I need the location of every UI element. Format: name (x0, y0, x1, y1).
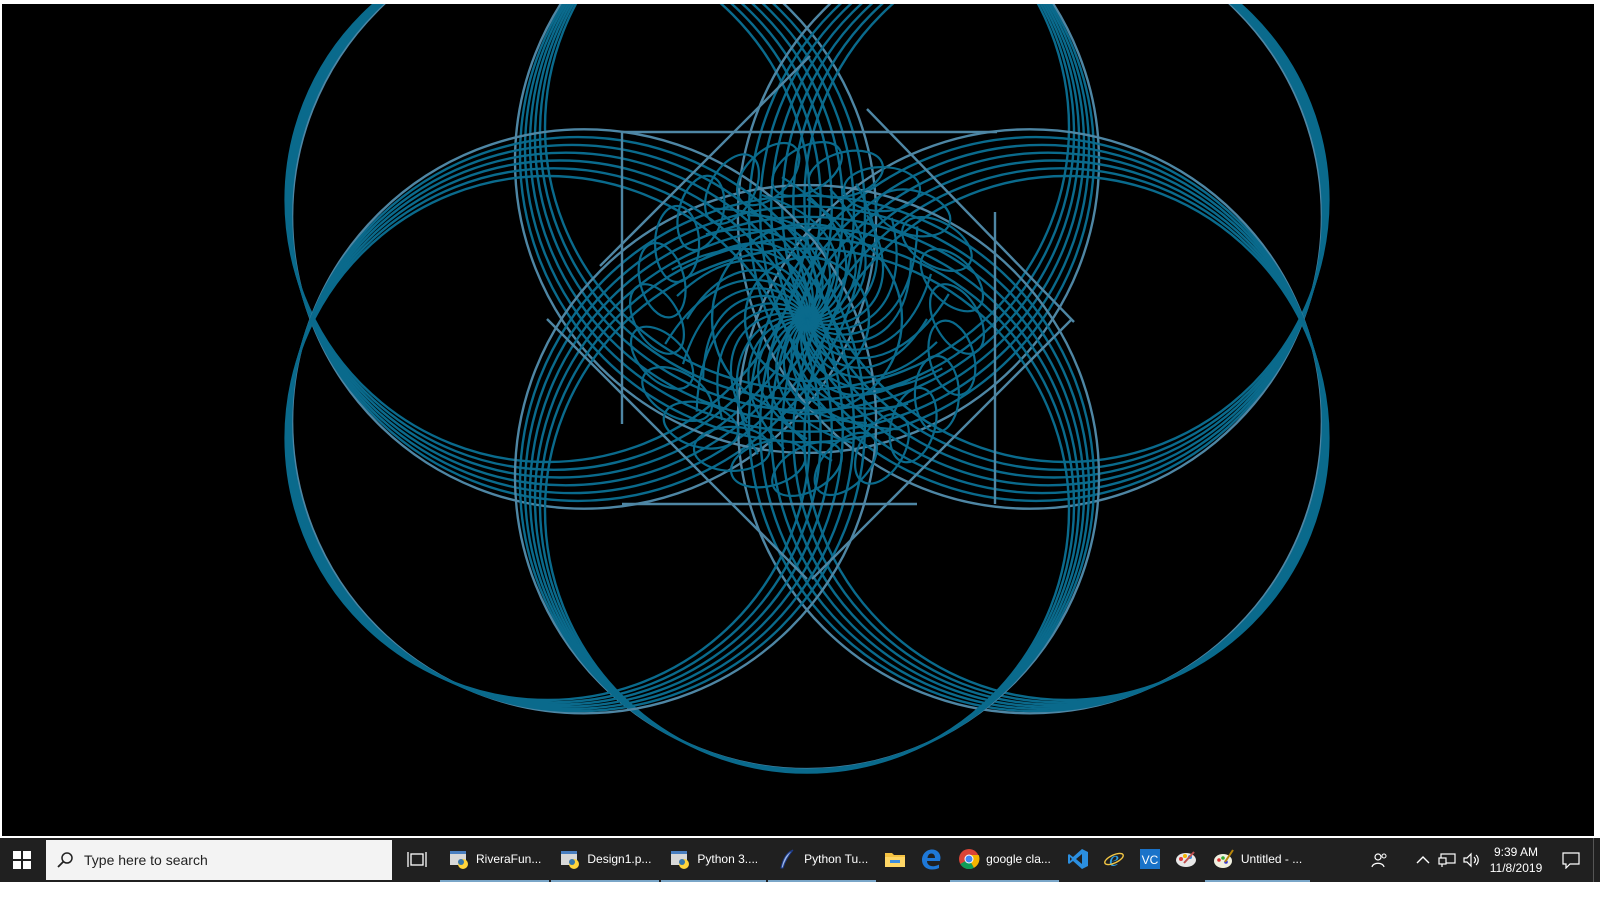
spirograph-drawing (284, 4, 1330, 774)
taskbar-file-explorer[interactable] (878, 838, 912, 882)
svg-text:e: e (1109, 848, 1119, 870)
start-button[interactable] (0, 838, 44, 882)
turtle-graphics-window (0, 0, 1600, 838)
svg-text:VC: VC (1142, 853, 1159, 867)
taskbar-app-riverafun[interactable]: RiveraFun... (440, 838, 550, 882)
clock-date: 11/8/2019 (1489, 861, 1543, 875)
internet-explorer-icon: e (1103, 848, 1125, 870)
spirograph-canvas (2, 4, 1594, 836)
volume-button[interactable] (1459, 838, 1483, 882)
python-idle-icon (669, 848, 691, 870)
taskbar-app-label: Untitled - ... (1240, 852, 1303, 866)
search-placeholder: Type here to search (84, 852, 208, 868)
python-idle-icon (448, 848, 470, 870)
taskbar-app-chrome[interactable]: google cla... (950, 838, 1059, 882)
search-icon (57, 852, 73, 868)
task-view-icon (407, 852, 427, 867)
clock[interactable]: 9:39 AM 11/8/2019 (1483, 844, 1549, 876)
chrome-icon (958, 848, 980, 870)
taskbar-app-label: RiveraFun... (476, 852, 542, 866)
system-tray: 9:39 AM 11/8/2019 (1363, 838, 1600, 882)
network-button[interactable] (1435, 838, 1459, 882)
taskbar-vc-app[interactable]: VC (1133, 838, 1167, 882)
taskbar-app-python-turtle[interactable]: Python Tu... (768, 838, 877, 882)
taskbar-app-label: google cla... (986, 852, 1051, 866)
taskbar-app-paint[interactable]: Untitled - ... (1204, 838, 1311, 882)
chevron-up-icon (1416, 856, 1430, 864)
network-icon (1438, 853, 1456, 867)
notification-icon (1562, 852, 1580, 869)
show-hidden-icons-button[interactable] (1411, 838, 1435, 882)
visual-studio-icon (1067, 848, 1089, 870)
paint-icon (1213, 848, 1235, 870)
paint-3d-icon (1175, 848, 1197, 870)
taskbar-app-label: Python Tu... (804, 852, 869, 866)
taskbar-app-design1[interactable]: Design1.p... (551, 838, 660, 882)
taskbar-internet-explorer[interactable]: e (1097, 838, 1131, 882)
python-idle-icon (559, 848, 581, 870)
people-button[interactable] (1363, 838, 1397, 882)
taskbar-app-label: Design1.p... (587, 852, 652, 866)
show-desktop-button[interactable] (1593, 838, 1600, 882)
vc-app-icon: VC (1139, 848, 1161, 870)
spiral-circle (528, 4, 1086, 423)
speaker-icon (1463, 852, 1479, 868)
windows-logo-icon (13, 851, 31, 869)
taskbar-paint-3d[interactable] (1169, 838, 1203, 882)
spirograph-group (284, 4, 1330, 774)
clock-time: 9:39 AM (1493, 845, 1539, 859)
file-explorer-icon (884, 848, 906, 870)
task-view-button[interactable] (394, 838, 440, 882)
search-box[interactable]: Type here to search (46, 840, 392, 880)
people-icon (1371, 853, 1387, 868)
feather-pen-icon (776, 848, 798, 870)
screen-bottom-strip (0, 882, 1600, 900)
taskbar-app-python-shell[interactable]: Python 3.... (661, 838, 767, 882)
taskbar-visual-studio[interactable] (1061, 838, 1095, 882)
taskbar: Type here to search RiveraFun... Design1… (0, 838, 1600, 882)
taskbar-app-label: Python 3.... (697, 852, 759, 866)
taskbar-edge[interactable] (914, 838, 948, 882)
action-center-button[interactable] (1549, 838, 1593, 882)
edge-icon (920, 848, 942, 870)
